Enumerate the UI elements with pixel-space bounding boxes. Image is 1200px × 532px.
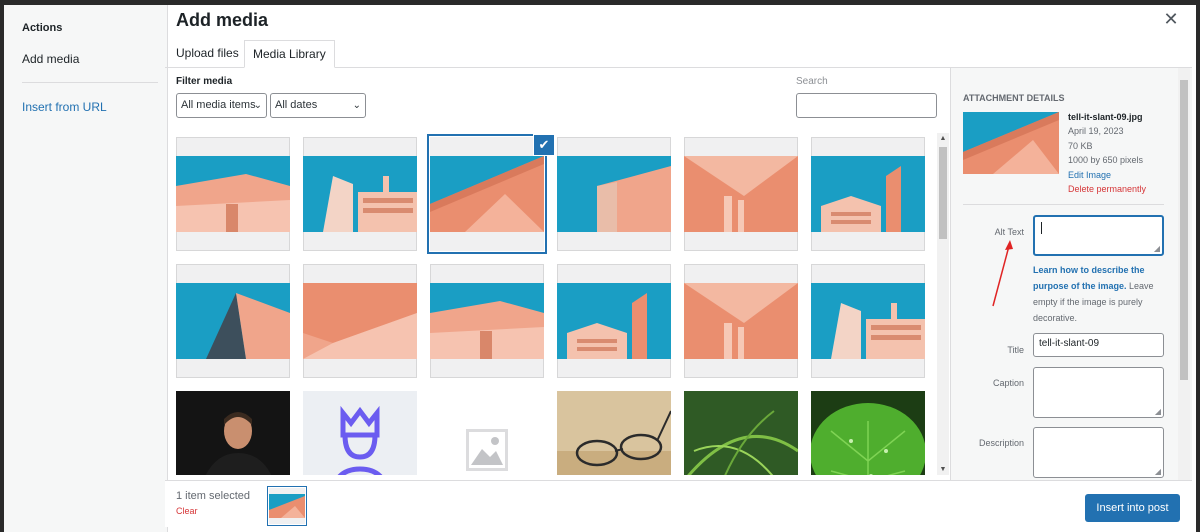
tab-upload-files[interactable]: Upload files xyxy=(168,40,247,68)
attachment-details-heading: Attachment Details xyxy=(963,93,1065,103)
resize-handle-icon[interactable]: ◢ xyxy=(1154,244,1160,253)
media-item[interactable] xyxy=(684,264,798,378)
media-item[interactable] xyxy=(303,264,417,378)
title-field[interactable]: tell-it-slant-09 xyxy=(1033,333,1164,357)
chevron-down-icon: ⌄ xyxy=(352,100,361,111)
date-select-value: All dates xyxy=(275,99,318,111)
check-icon[interactable]: ✔ xyxy=(534,135,554,155)
media-item[interactable] xyxy=(557,391,671,475)
attachment-file-size: 70 KB xyxy=(1068,141,1093,151)
media-item[interactable] xyxy=(303,391,417,475)
media-item[interactable] xyxy=(811,264,925,378)
text-cursor xyxy=(1041,222,1042,234)
media-item[interactable] xyxy=(176,264,290,378)
annotation-arrow-icon xyxy=(992,240,1013,307)
media-item[interactable] xyxy=(811,391,925,475)
sidebar-separator xyxy=(963,204,1164,205)
tab-media-library[interactable]: Media Library xyxy=(244,40,335,68)
sidebar-scrollbar[interactable] xyxy=(1178,68,1190,480)
title-label: Title xyxy=(1007,345,1024,355)
description-field[interactable]: ◢ xyxy=(1033,427,1164,478)
media-item[interactable] xyxy=(811,137,925,251)
menu-title: Actions xyxy=(22,22,63,34)
grid-scrollbar-thumb[interactable] xyxy=(939,147,947,239)
media-item[interactable] xyxy=(430,391,544,475)
attachment-filename: tell-it-slant-09.jpg xyxy=(1068,112,1143,122)
menu-item-insert-from-url[interactable]: Insert from URL xyxy=(22,100,107,114)
menu-item-add-media[interactable]: Add media xyxy=(22,52,79,66)
media-item[interactable] xyxy=(684,137,798,251)
media-grid: ✔ xyxy=(176,133,934,475)
media-item[interactable] xyxy=(684,391,798,475)
description-label: Description xyxy=(978,438,1024,448)
close-icon[interactable]: ✕ xyxy=(1163,10,1179,28)
search-input[interactable] xyxy=(796,93,937,118)
media-item[interactable] xyxy=(557,264,671,378)
caption-field[interactable]: ◢ xyxy=(1033,367,1164,418)
alt-text-label: Alt Text xyxy=(994,227,1024,237)
alt-text-help: Learn how to describe the purpose of the… xyxy=(1033,262,1168,326)
resize-handle-icon[interactable]: ◢ xyxy=(1155,407,1161,416)
resize-handle-icon[interactable]: ◢ xyxy=(1155,467,1161,476)
media-item[interactable] xyxy=(557,137,671,251)
filter-media-label: Filter media xyxy=(176,76,233,87)
attachment-date: April 19, 2023 xyxy=(1068,126,1124,136)
media-type-select-value: All media items xyxy=(181,99,256,111)
attachment-dimensions: 1000 by 650 pixels xyxy=(1068,155,1144,165)
attachment-thumbnail xyxy=(963,112,1059,174)
media-item[interactable] xyxy=(430,264,544,378)
caption-label: Caption xyxy=(992,378,1024,388)
grid-scrollbar[interactable]: ▲ ▼ xyxy=(937,133,949,475)
chevron-down-icon: ⌄ xyxy=(253,100,262,111)
alt-text-field[interactable]: ◢ xyxy=(1033,215,1164,256)
menu-separator xyxy=(22,82,158,83)
search-label: Search xyxy=(796,76,828,87)
modal-footer xyxy=(165,480,1192,527)
sidebar-scrollbar-thumb[interactable] xyxy=(1180,80,1188,380)
selection-count: 1 item selected xyxy=(176,490,250,502)
modal-title: Add media xyxy=(176,10,269,30)
scroll-up-icon[interactable]: ▲ xyxy=(937,135,949,142)
clear-selection-link[interactable]: Clear xyxy=(176,506,198,516)
media-item[interactable] xyxy=(176,137,290,251)
media-item[interactable] xyxy=(303,137,417,251)
edit-image-link[interactable]: Edit Image xyxy=(1068,170,1111,180)
media-item[interactable] xyxy=(176,391,290,475)
insert-into-post-button[interactable]: Insert into post xyxy=(1085,494,1180,522)
media-menu: Actions Add media Insert from URL xyxy=(4,5,168,532)
media-item[interactable] xyxy=(430,137,544,251)
selected-thumbnail[interactable] xyxy=(269,488,305,524)
scroll-down-icon[interactable]: ▼ xyxy=(937,466,949,473)
media-type-select[interactable]: All media items ⌄ xyxy=(176,93,267,118)
delete-permanently-link[interactable]: Delete permanently xyxy=(1068,184,1146,194)
date-select[interactable]: All dates ⌄ xyxy=(270,93,366,118)
